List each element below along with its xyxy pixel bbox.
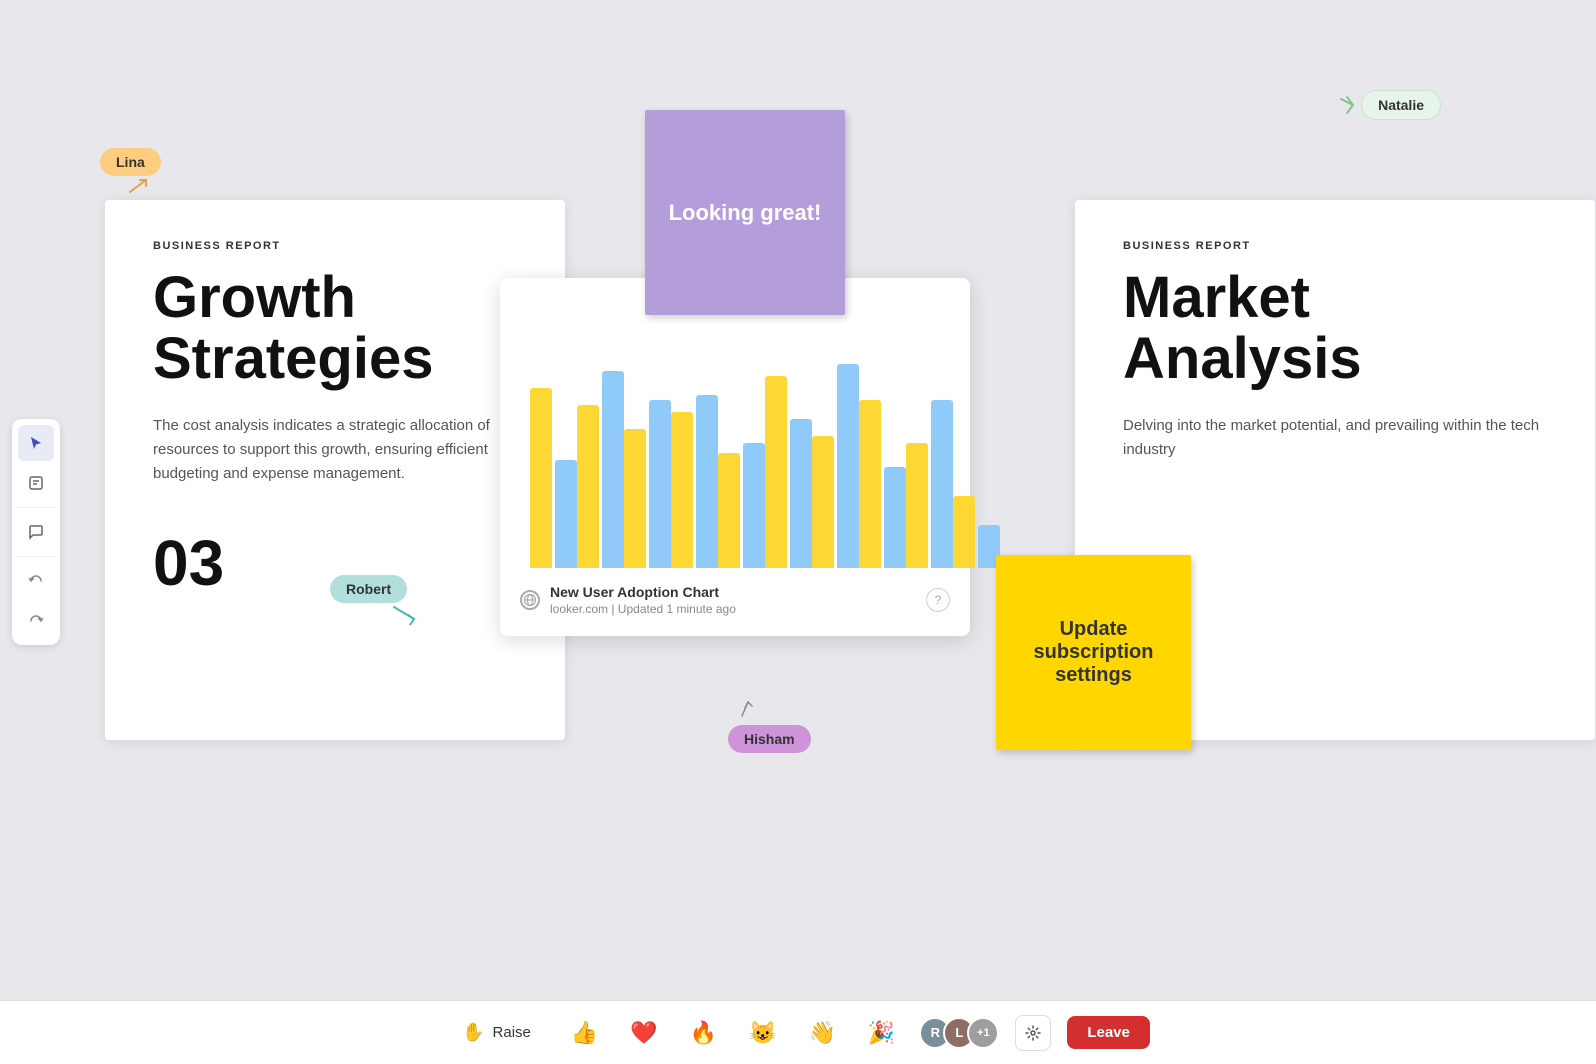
redo-button[interactable] [18,603,54,639]
bar-blue-1 [602,371,624,568]
right-doc-label: BUSINESS REPORT [1123,240,1547,252]
sticky-note-purple[interactable]: Looking great! [645,110,845,315]
reaction-party[interactable]: 🎉 [860,1016,903,1050]
bar-yellow-8 [906,443,928,568]
undo-button[interactable] [18,563,54,599]
reaction-cat[interactable]: 😺 [741,1016,784,1050]
chart-source-icon [520,590,540,610]
bar-yellow-9 [953,496,975,568]
cursor-robert-bubble: Robert [330,575,407,603]
bar-yellow-3 [671,412,693,568]
raise-button[interactable]: ✋ Raise [446,1014,547,1051]
chart-footer: New User Adoption Chart looker.com | Upd… [520,584,950,616]
cursor-tool-button[interactable] [18,425,54,461]
doc-card-left: BUSINESS REPORT Growth Strategies The co… [105,200,565,740]
chart-info: New User Adoption Chart looker.com | Upd… [550,584,736,616]
cursor-robert-arrow [390,603,418,630]
bar-pair-4 [718,443,765,568]
bar-pair-0 [530,388,577,568]
toolbar-divider-2 [18,556,54,557]
bar-yellow-5 [765,376,787,568]
bar-blue-3 [696,395,718,568]
right-doc-title: Market Analysis [1123,268,1547,390]
sticky-yellow-text: Update subscription settings [996,602,1191,703]
bar-pair-8 [906,400,953,568]
bar-yellow-7 [859,400,881,568]
chart-footer-left: New User Adoption Chart looker.com | Upd… [520,584,736,616]
cursor-natalie: Natalie [1337,90,1441,120]
chart-area [520,298,950,568]
cursor-hisham: Hisham [728,700,811,753]
hisham-arrow-icon [738,700,758,725]
left-doc-label: BUSINESS REPORT [153,240,517,252]
cursor-lina: Lina [100,148,161,201]
reaction-heart[interactable]: ❤️ [622,1016,665,1050]
bar-pair-1 [577,371,624,568]
left-doc-body: The cost analysis indicates a strategic … [153,414,517,486]
chart-title: New User Adoption Chart [550,584,736,600]
comment-tool-button[interactable] [18,514,54,550]
left-doc-title: Growth Strategies [153,268,517,390]
bar-blue-4 [743,443,765,568]
bottom-toolbar: ✋ Raise 👍 ❤️ 🔥 😺 👋 🎉 R L +1 Leave [0,1000,1596,1064]
cursor-robert: Robert [330,575,418,630]
sticky-purple-text: Looking great! [653,184,838,242]
settings-button[interactable] [1015,1015,1051,1051]
bar-pair-3 [671,395,718,568]
bar-blue-6 [837,364,859,568]
cursor-hisham-bubble: Hisham [728,725,811,753]
reaction-wave[interactable]: 👋 [801,1016,844,1050]
left-toolbar [12,419,60,645]
sticky-note-yellow[interactable]: Update subscription settings [996,555,1191,750]
cursor-natalie-bubble: Natalie [1361,90,1441,120]
natalie-arrow-icon [1337,95,1357,115]
chart-card: New User Adoption Chart looker.com | Upd… [500,278,970,636]
bar-blue-5 [790,419,812,568]
participants-avatars: R L +1 [919,1017,999,1049]
toolbar-divider [18,507,54,508]
chart-help-button[interactable]: ? [926,588,950,612]
bar-pair-7 [859,400,906,568]
cursor-lina-bubble: Lina [100,148,161,176]
bar-blue-2 [649,400,671,568]
leave-button[interactable]: Leave [1067,1016,1150,1049]
bar-yellow-4 [718,453,740,568]
right-doc-body: Delving into the market potential, and p… [1123,414,1547,462]
bar-yellow-0 [530,388,552,568]
cursor-lina-arrow [124,178,152,201]
bar-yellow-6 [812,436,834,568]
reaction-fire[interactable]: 🔥 [682,1016,725,1050]
raise-label: Raise [493,1024,531,1041]
bar-blue-7 [884,467,906,568]
avatar-extra: +1 [967,1017,999,1049]
bar-pair-9 [953,496,1000,568]
raise-icon: ✋ [462,1022,484,1043]
bar-yellow-2 [624,429,646,568]
bar-blue-0 [555,460,577,568]
bar-pair-5 [765,376,812,568]
bar-pair-6 [812,364,859,568]
bar-yellow-1 [577,405,599,568]
note-tool-button[interactable] [18,465,54,501]
chart-bars [520,298,950,568]
reaction-thumbsup[interactable]: 👍 [563,1016,606,1050]
bar-pair-2 [624,400,671,568]
bar-blue-8 [931,400,953,568]
chart-subtitle: looker.com | Updated 1 minute ago [550,602,736,616]
